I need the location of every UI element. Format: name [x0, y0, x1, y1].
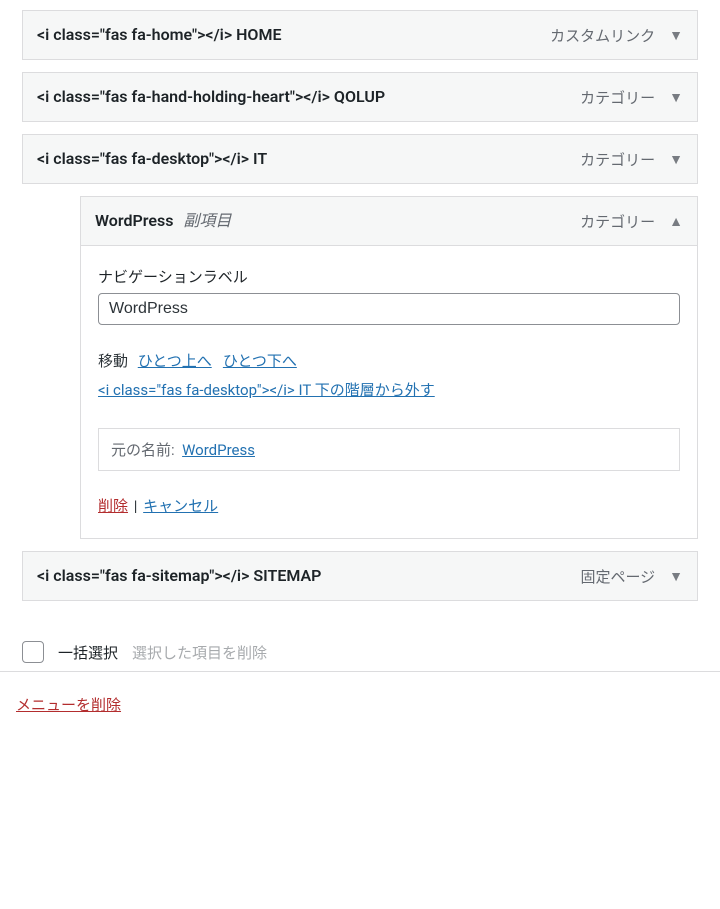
- cancel-link[interactable]: キャンセル: [143, 497, 218, 515]
- menu-item-controls: カテゴリー ▼: [580, 87, 683, 108]
- nav-label-input[interactable]: [98, 293, 680, 325]
- menu-item-home[interactable]: <i class="fas fa-home"></i> HOME カスタムリンク…: [22, 10, 698, 60]
- move-up-link[interactable]: ひとつ上へ: [138, 352, 212, 370]
- move-label: 移動: [98, 352, 128, 370]
- menu-item-title-text: WordPress: [95, 211, 173, 230]
- delete-selected-label: 選択した項目を削除: [132, 642, 267, 663]
- delete-menu-section: メニューを削除: [16, 694, 698, 715]
- menu-item-type: カテゴリー: [580, 87, 655, 108]
- separator: |: [134, 497, 138, 515]
- menu-item-settings: ナビゲーションラベル 移動 ひとつ上へ ひとつ下へ <i class="fas …: [80, 246, 698, 539]
- menu-item-title: <i class="fas fa-home"></i> HOME: [37, 23, 281, 47]
- menu-item-type: カテゴリー: [580, 149, 655, 170]
- sub-item-label: 副項目: [183, 211, 231, 230]
- move-section: 移動 ひとつ上へ ひとつ下へ <i class="fas fa-desktop"…: [98, 347, 680, 404]
- menu-item-it[interactable]: <i class="fas fa-desktop"></i> IT カテゴリー …: [22, 134, 698, 184]
- bulk-actions-row: 一括選択 選択した項目を削除: [22, 641, 698, 669]
- menu-item-controls: カテゴリー ▲: [580, 211, 683, 232]
- original-name-link[interactable]: WordPress: [182, 441, 255, 459]
- chevron-up-icon[interactable]: ▲: [669, 213, 683, 230]
- menu-item-qolup[interactable]: <i class="fas fa-hand-holding-heart"></i…: [22, 72, 698, 122]
- delete-item-link[interactable]: 削除: [98, 497, 128, 515]
- original-name-box: 元の名前: WordPress: [98, 428, 680, 471]
- menu-item-controls: カテゴリー ▼: [580, 149, 683, 170]
- move-down-link[interactable]: ひとつ下へ: [223, 352, 297, 370]
- menu-item-title: <i class="fas fa-hand-holding-heart"></i…: [37, 85, 385, 109]
- delete-menu-link[interactable]: メニューを削除: [16, 696, 121, 714]
- menu-item-wordpress[interactable]: WordPress 副項目 カテゴリー ▲: [80, 196, 698, 246]
- menu-item-title: WordPress 副項目: [95, 209, 231, 233]
- menu-item-type: 固定ページ: [580, 566, 655, 587]
- menu-item-controls: 固定ページ ▼: [580, 566, 683, 587]
- menu-item-type: カテゴリー: [580, 211, 655, 232]
- menu-item-controls: カスタムリンク ▼: [550, 25, 683, 46]
- item-actions: 削除 | キャンセル: [98, 495, 680, 516]
- menu-item-sitemap[interactable]: <i class="fas fa-sitemap"></i> SITEMAP 固…: [22, 551, 698, 601]
- chevron-down-icon[interactable]: ▼: [669, 568, 683, 585]
- move-out-link[interactable]: <i class="fas fa-desktop"></i> IT 下の階層から…: [98, 381, 435, 399]
- chevron-down-icon[interactable]: ▼: [669, 89, 683, 106]
- nav-label-field-label: ナビゲーションラベル: [98, 266, 680, 287]
- select-all-label: 一括選択: [58, 642, 118, 663]
- chevron-down-icon[interactable]: ▼: [669, 151, 683, 168]
- divider: [0, 671, 720, 672]
- original-name-label: 元の名前:: [111, 441, 175, 459]
- menu-item-title: <i class="fas fa-sitemap"></i> SITEMAP: [37, 564, 321, 588]
- menu-item-type: カスタムリンク: [550, 25, 655, 46]
- menu-item-title: <i class="fas fa-desktop"></i> IT: [37, 147, 267, 171]
- chevron-down-icon[interactable]: ▼: [669, 27, 683, 44]
- select-all-checkbox[interactable]: [22, 641, 44, 663]
